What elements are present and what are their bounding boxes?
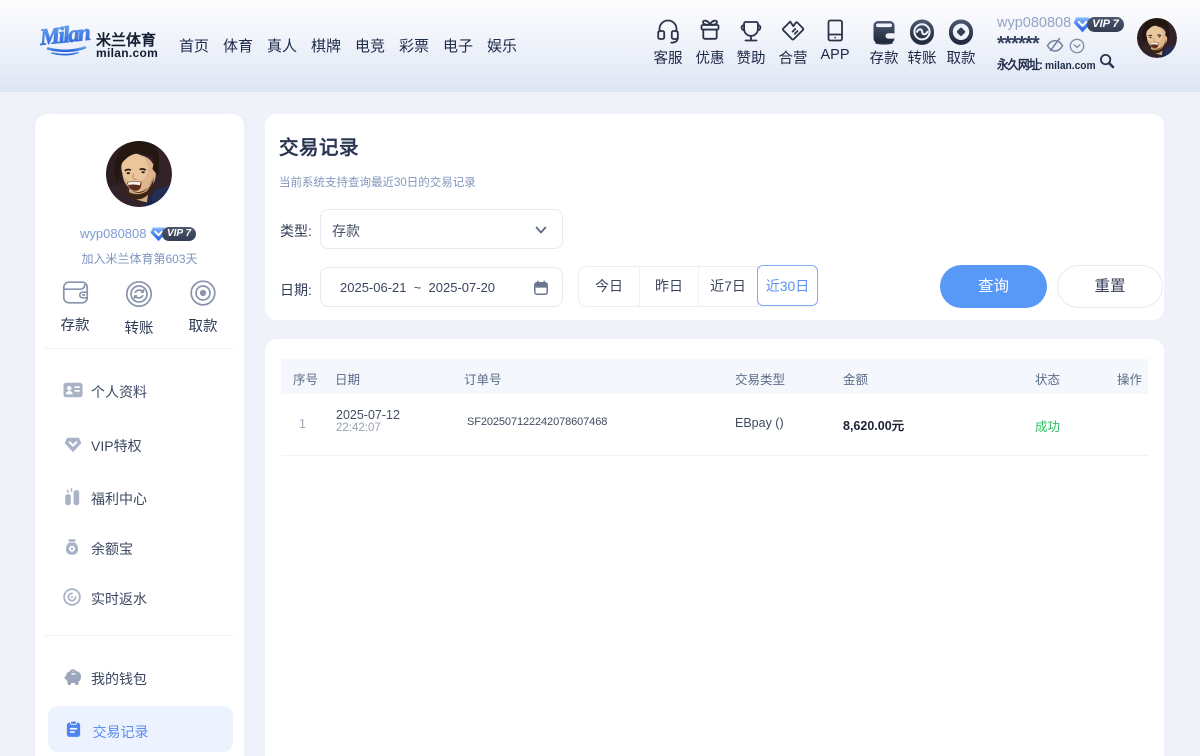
svg-text:Milan: Milan — [40, 22, 92, 50]
